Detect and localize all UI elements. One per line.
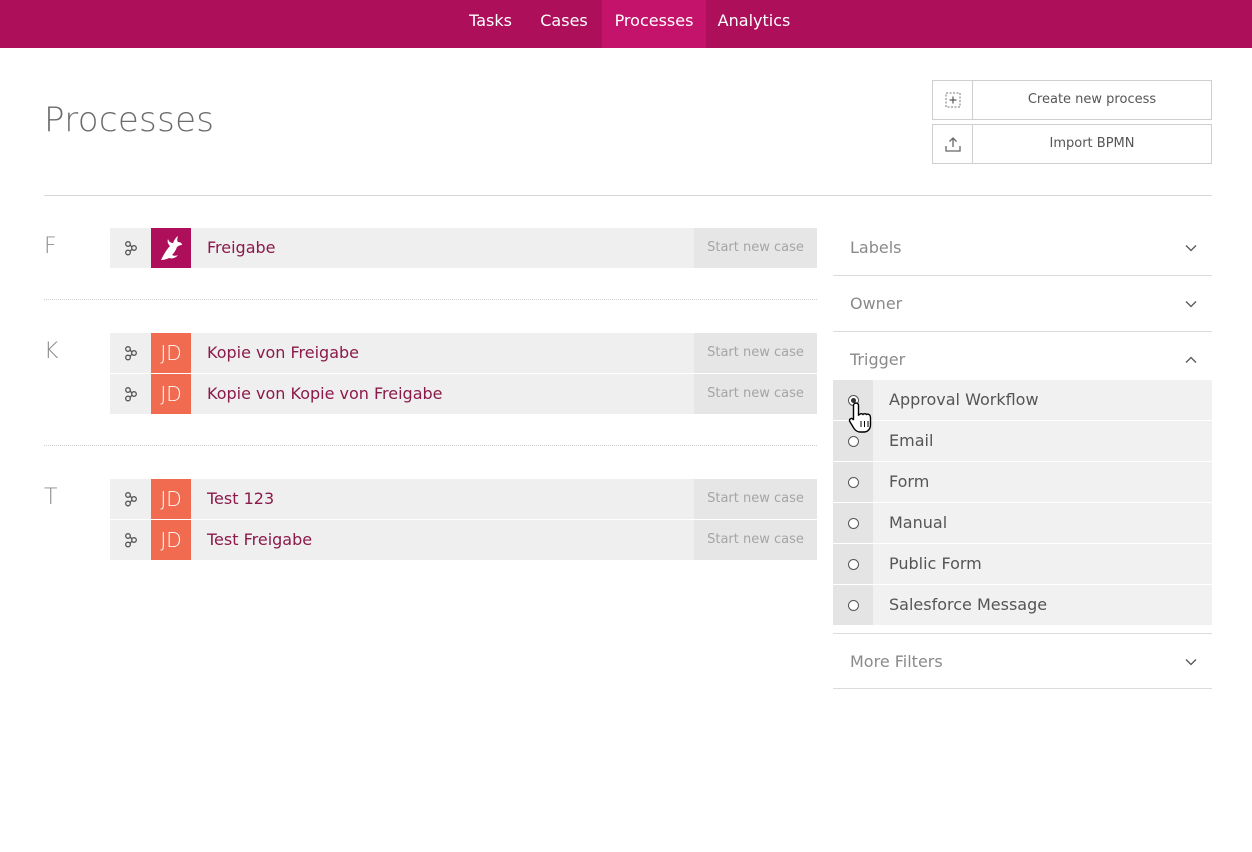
trigger-option[interactable]: Approval Workflow [833, 380, 1212, 420]
trigger-option-label: Form [889, 472, 930, 491]
radio-button[interactable] [847, 435, 859, 447]
create-process-label: Create new process [1027, 92, 1157, 107]
process-name[interactable]: Kopie von Kopie von Freigabe [207, 374, 443, 414]
process-row: JD Test Freigabe Start new case [110, 520, 817, 560]
radio-cell [833, 462, 873, 502]
chevron-down-icon [1185, 245, 1197, 252]
radio-cell [833, 544, 873, 584]
process-name[interactable]: Test 123 [207, 479, 274, 519]
process-name[interactable]: Kopie von Freigabe [207, 333, 359, 373]
add-box-icon [933, 81, 973, 119]
process-row: JD Test 123 Start new case [110, 479, 817, 519]
group-divider [44, 445, 817, 446]
filter-owner[interactable]: Owner [833, 276, 1212, 332]
process-logo-avatar [151, 228, 191, 268]
trigger-option-label: Manual [889, 513, 948, 532]
trigger-option-label: Email [889, 431, 934, 450]
chevron-up-icon [1185, 356, 1197, 363]
trigger-option-label: Approval Workflow [889, 390, 1039, 409]
process-row: JD Kopie von Freigabe Start new case [110, 333, 817, 373]
tab-cases[interactable]: Cases [526, 0, 602, 48]
user-avatar: JD [151, 520, 191, 560]
radio-button[interactable] [847, 476, 859, 488]
start-new-case-button[interactable]: Start new case [694, 520, 817, 560]
tab-analytics[interactable]: Analytics [706, 0, 802, 48]
chevron-down-icon [1185, 659, 1197, 666]
user-avatar: JD [151, 374, 191, 414]
page-title: Processes [44, 100, 215, 140]
user-avatar: JD [151, 333, 191, 373]
upload-icon [933, 125, 973, 163]
link-icon[interactable] [110, 228, 151, 268]
start-new-case-button[interactable]: Start new case [694, 228, 817, 268]
trigger-option[interactable]: Form [833, 462, 1212, 502]
filter-owner-label: Owner [850, 294, 903, 313]
import-bpmn-label: Import BPMN [1049, 136, 1135, 151]
process-row: Freigabe Start new case [110, 228, 817, 268]
chevron-down-icon [1185, 301, 1197, 308]
create-process-button[interactable]: Create new process [932, 80, 1212, 120]
filter-labels-label: Labels [850, 238, 902, 257]
link-icon[interactable] [110, 333, 151, 373]
radio-cell [833, 380, 873, 420]
radio-cell [833, 421, 873, 461]
header-divider [44, 195, 1212, 196]
trigger-option-label: Public Form [889, 554, 982, 573]
group-divider [44, 299, 817, 300]
radio-button[interactable] [847, 558, 859, 570]
process-name[interactable]: Freigabe [207, 228, 276, 268]
import-bpmn-button[interactable]: Import BPMN [932, 124, 1212, 164]
filter-labels[interactable]: Labels [833, 220, 1212, 276]
filter-trigger[interactable]: Trigger [833, 332, 1212, 380]
group-letter: T [44, 485, 58, 510]
radio-button-checked[interactable] [847, 394, 859, 406]
process-name[interactable]: Test Freigabe [207, 520, 312, 560]
radio-cell [833, 503, 873, 543]
trigger-option[interactable]: Manual [833, 503, 1212, 543]
top-navigation: Tasks Cases Processes Analytics [0, 0, 1252, 48]
tab-processes[interactable]: Processes [602, 0, 706, 48]
link-icon[interactable] [110, 520, 151, 560]
user-avatar: JD [151, 479, 191, 519]
trigger-option[interactable]: Email [833, 421, 1212, 461]
radio-button[interactable] [847, 517, 859, 529]
start-new-case-button[interactable]: Start new case [694, 333, 817, 373]
link-icon[interactable] [110, 374, 151, 414]
process-row: JD Kopie von Kopie von Freigabe Start ne… [110, 374, 817, 414]
start-new-case-button[interactable]: Start new case [694, 374, 817, 414]
trigger-option[interactable]: Public Form [833, 544, 1212, 584]
tab-tasks[interactable]: Tasks [455, 0, 526, 48]
group-letter: K [44, 339, 59, 364]
trigger-option-label: Salesforce Message [889, 595, 1048, 614]
filter-more[interactable]: More Filters [833, 633, 1212, 689]
filter-more-label: More Filters [850, 652, 943, 671]
radio-button[interactable] [847, 599, 859, 611]
start-new-case-button[interactable]: Start new case [694, 479, 817, 519]
radio-cell [833, 585, 873, 625]
link-icon[interactable] [110, 479, 151, 519]
trigger-option[interactable]: Salesforce Message [833, 585, 1212, 625]
group-letter: F [44, 234, 57, 259]
